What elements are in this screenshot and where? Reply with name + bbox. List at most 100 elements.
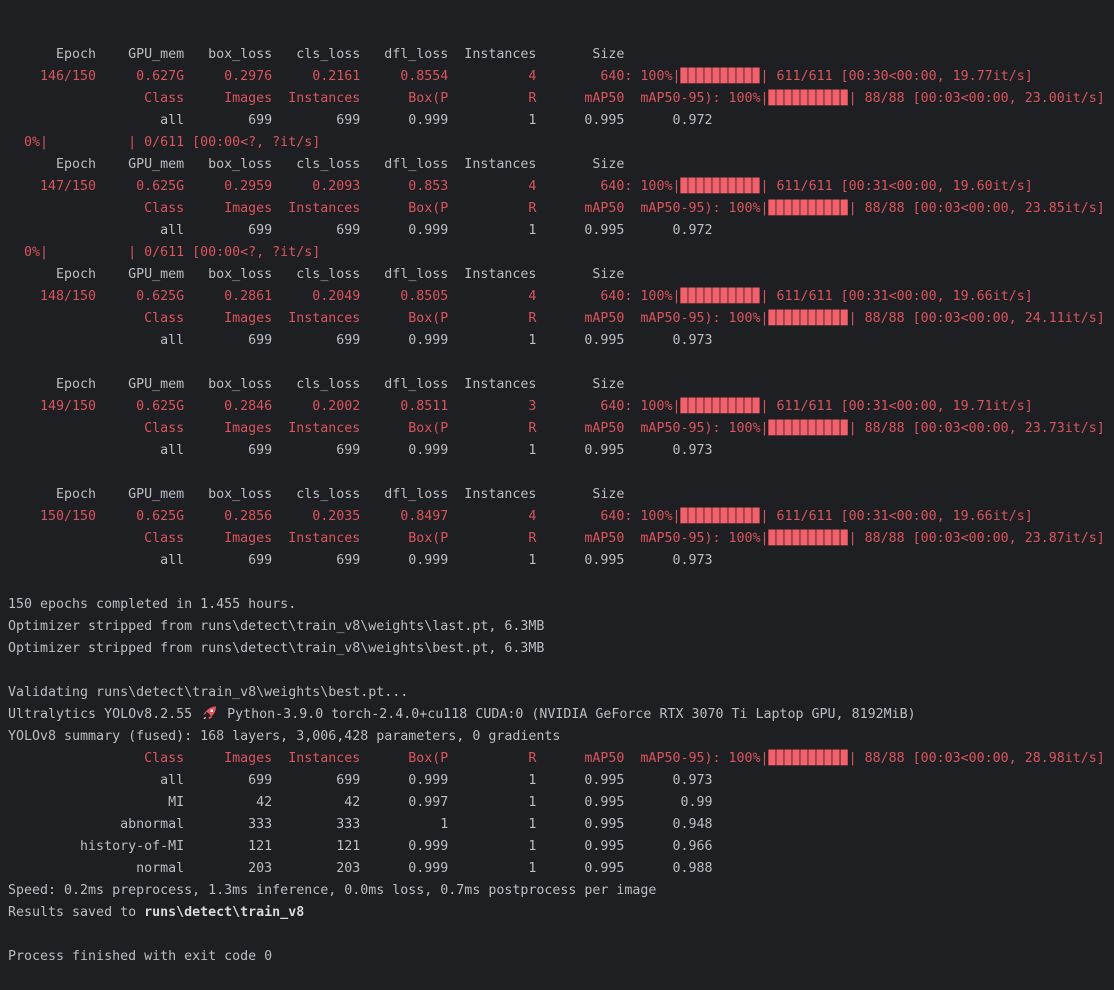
- text-segment: 150 epochs completed in 1.455 hours.: [8, 597, 297, 612]
- text-segment: | 88/88 [00:03<00:00, 23.85it/s]: [848, 201, 1105, 216]
- text-segment: | 611/611 [00:31<00:00, 19.66it/s]: [760, 289, 1033, 304]
- epochs-completed-line: 150 epochs completed in 1.455 hours.: [8, 594, 1114, 616]
- ultralytics-version-line: Ultralytics YOLOv8.2.55 Python-3.9.0 tor…: [8, 704, 1114, 726]
- text-segment: all 699 699 0.999 1 0.995 0.973: [8, 333, 713, 348]
- text-segment: Results saved to: [8, 905, 145, 920]
- val-all-row: all 699 699 0.999 1 0.995 0.972: [8, 110, 1114, 132]
- process-finished-line: Process finished with exit code 0: [8, 946, 1114, 968]
- rocket-icon: [200, 706, 219, 722]
- epoch-progress-row: 150/150 0.625G 0.2856 0.2035 0.8497 4 64…: [8, 506, 1114, 528]
- text-segment: Class Images Instances Box(P R mAP50 mAP…: [8, 421, 769, 436]
- epoch-progress-row: 147/150 0.625G 0.2959 0.2093 0.853 4 640…: [8, 176, 1114, 198]
- text-segment: | 611/611 [00:31<00:00, 19.66it/s]: [760, 509, 1033, 524]
- text-segment: | 88/88 [00:03<00:00, 23.00it/s]: [848, 91, 1105, 106]
- text-segment: Epoch GPU_mem box_loss cls_loss dfl_loss…: [8, 487, 625, 502]
- text-segment: Python-3.9.0 torch-2.4.0+cu118 CUDA:0 (N…: [219, 707, 916, 722]
- val-all-row: all 699 699 0.999 1 0.995 0.972: [8, 220, 1114, 242]
- epoch-table-header: Epoch GPU_mem box_loss cls_loss dfl_loss…: [8, 374, 1114, 396]
- val-metrics-header: Class Images Instances Box(P R mAP50 mAP…: [8, 528, 1114, 550]
- text-segment: Class Images Instances Box(P R mAP50 mAP…: [8, 201, 769, 216]
- progress-bar: ▉▉▉▉▉▉▉▉▉▉: [680, 399, 761, 414]
- text-segment: all 699 699 0.999 1 0.995 0.972: [8, 223, 713, 238]
- text-segment: Ultralytics YOLOv8.2.55: [8, 707, 201, 722]
- val-class-row: history-of-MI 121 121 0.999 1 0.995 0.96…: [8, 836, 1114, 858]
- text-segment: runs\detect\train_v8: [144, 905, 305, 920]
- progress-bar: ▉▉▉▉▉▉▉▉▉▉: [768, 421, 849, 436]
- text-segment: history-of-MI 121 121 0.999 1 0.995 0.96…: [8, 839, 713, 854]
- speed-line: Speed: 0.2ms preprocess, 1.3ms inference…: [8, 880, 1114, 902]
- progress-bar: ▉▉▉▉▉▉▉▉▉▉: [768, 751, 849, 766]
- val-class-row: MI 42 42 0.997 1 0.995 0.99: [8, 792, 1114, 814]
- terminal-output: Epoch GPU_mem box_loss cls_loss dfl_loss…: [8, 44, 1114, 968]
- epoch-progress-row: 146/150 0.627G 0.2976 0.2161 0.8554 4 64…: [8, 66, 1114, 88]
- model-summary-line: YOLOv8 summary (fused): 168 layers, 3,00…: [8, 726, 1114, 748]
- text-segment: Epoch GPU_mem box_loss cls_loss dfl_loss…: [8, 47, 625, 62]
- progress-bar: ▉▉▉▉▉▉▉▉▉▉: [768, 311, 849, 326]
- text-segment: all 699 699 0.999 1 0.995 0.973: [8, 443, 713, 458]
- val-metrics-header: Class Images Instances Box(P R mAP50 mAP…: [8, 418, 1114, 440]
- val-all-row: all 699 699 0.999 1 0.995 0.973: [8, 550, 1114, 572]
- epoch-table-header: Epoch GPU_mem box_loss cls_loss dfl_loss…: [8, 154, 1114, 176]
- val-metrics-header: Class Images Instances Box(P R mAP50 mAP…: [8, 198, 1114, 220]
- text-segment: Class Images Instances Box(P R mAP50 mAP…: [8, 531, 769, 546]
- epoch-table-header: Epoch GPU_mem box_loss cls_loss dfl_loss…: [8, 264, 1114, 286]
- text-segment: Epoch GPU_mem box_loss cls_loss dfl_loss…: [8, 377, 625, 392]
- text-segment: Optimizer stripped from runs\detect\trai…: [8, 619, 545, 634]
- text-segment: 0%| | 0/611 [00:00<?, ?it/s]: [8, 245, 321, 260]
- text-segment: Epoch GPU_mem box_loss cls_loss dfl_loss…: [8, 267, 625, 282]
- validating-line: Validating runs\detect\train_v8\weights\…: [8, 682, 1114, 704]
- val-class-row: all 699 699 0.999 1 0.995 0.973: [8, 770, 1114, 792]
- text-segment: Speed: 0.2ms preprocess, 1.3ms inference…: [8, 883, 657, 898]
- val-all-row: all 699 699 0.999 1 0.995 0.973: [8, 440, 1114, 462]
- text-segment: Class Images Instances Box(P R mAP50 mAP…: [8, 91, 769, 106]
- text-segment: YOLOv8 summary (fused): 168 layers, 3,00…: [8, 729, 561, 744]
- progress-bar: ▉▉▉▉▉▉▉▉▉▉: [768, 531, 849, 546]
- progress-bar: ▉▉▉▉▉▉▉▉▉▉: [768, 91, 849, 106]
- epoch-table-header: Epoch GPU_mem box_loss cls_loss dfl_loss…: [8, 484, 1114, 506]
- text-segment: 146/150 0.627G 0.2976 0.2161 0.8554 4 64…: [8, 69, 681, 84]
- text-segment: Process finished with exit code 0: [8, 949, 273, 964]
- val-all-row: all 699 699 0.999 1 0.995 0.973: [8, 330, 1114, 352]
- text-segment: | 611/611 [00:31<00:00, 19.71it/s]: [760, 399, 1033, 414]
- progress-bar: ▉▉▉▉▉▉▉▉▉▉: [680, 179, 761, 194]
- text-segment: | 88/88 [00:03<00:00, 23.73it/s]: [848, 421, 1105, 436]
- progress-bar: ▉▉▉▉▉▉▉▉▉▉: [680, 289, 761, 304]
- text-segment: all 699 699 0.999 1 0.995 0.973: [8, 773, 713, 788]
- text-segment: Epoch GPU_mem box_loss cls_loss dfl_loss…: [8, 157, 625, 172]
- text-segment: 150/150 0.625G 0.2856 0.2035 0.8497 4 64…: [8, 509, 681, 524]
- text-segment: 0%| | 0/611 [00:00<?, ?it/s]: [8, 135, 321, 150]
- console-panel: Epoch GPU_mem box_loss cls_loss dfl_loss…: [0, 0, 1114, 990]
- val-class-row: normal 203 203 0.999 1 0.995 0.988: [8, 858, 1114, 880]
- optimizer-stripped-line: Optimizer stripped from runs\detect\trai…: [8, 616, 1114, 638]
- dataloader-progress-row: 0%| | 0/611 [00:00<?, ?it/s]: [8, 132, 1114, 154]
- text-segment: all 699 699 0.999 1 0.995 0.972: [8, 113, 713, 128]
- text-segment: 147/150 0.625G 0.2959 0.2093 0.853 4 640…: [8, 179, 681, 194]
- text-segment: MI 42 42 0.997 1 0.995 0.99: [8, 795, 713, 810]
- text-segment: | 88/88 [00:03<00:00, 23.87it/s]: [848, 531, 1105, 546]
- epoch-table-header: Epoch GPU_mem box_loss cls_loss dfl_loss…: [8, 44, 1114, 66]
- text-segment: | 611/611 [00:30<00:00, 19.77it/s]: [760, 69, 1033, 84]
- text-segment: Class Images Instances Box(P R mAP50 mAP…: [8, 311, 769, 326]
- epoch-progress-row: 148/150 0.625G 0.2861 0.2049 0.8505 4 64…: [8, 286, 1114, 308]
- val-class-row: abnormal 333 333 1 1 0.995 0.948: [8, 814, 1114, 836]
- text-segment: 149/150 0.625G 0.2846 0.2002 0.8511 3 64…: [8, 399, 681, 414]
- val-metrics-header: Class Images Instances Box(P R mAP50 mAP…: [8, 88, 1114, 110]
- text-segment: normal 203 203 0.999 1 0.995 0.988: [8, 861, 713, 876]
- text-segment: all 699 699 0.999 1 0.995 0.973: [8, 553, 713, 568]
- results-saved-line: Results saved to runs\detect\train_v8: [8, 902, 1114, 924]
- dataloader-progress-row: 0%| | 0/611 [00:00<?, ?it/s]: [8, 242, 1114, 264]
- text-segment: | 88/88 [00:03<00:00, 24.11it/s]: [848, 311, 1105, 326]
- epoch-progress-row: 149/150 0.625G 0.2846 0.2002 0.8511 3 64…: [8, 396, 1114, 418]
- text-segment: 148/150 0.625G 0.2861 0.2049 0.8505 4 64…: [8, 289, 681, 304]
- val-metrics-header: Class Images Instances Box(P R mAP50 mAP…: [8, 748, 1114, 770]
- text-segment: | 611/611 [00:31<00:00, 19.60it/s]: [760, 179, 1033, 194]
- progress-bar: ▉▉▉▉▉▉▉▉▉▉: [680, 509, 761, 524]
- progress-bar: ▉▉▉▉▉▉▉▉▉▉: [680, 69, 761, 84]
- text-segment: abnormal 333 333 1 1 0.995 0.948: [8, 817, 713, 832]
- val-metrics-header: Class Images Instances Box(P R mAP50 mAP…: [8, 308, 1114, 330]
